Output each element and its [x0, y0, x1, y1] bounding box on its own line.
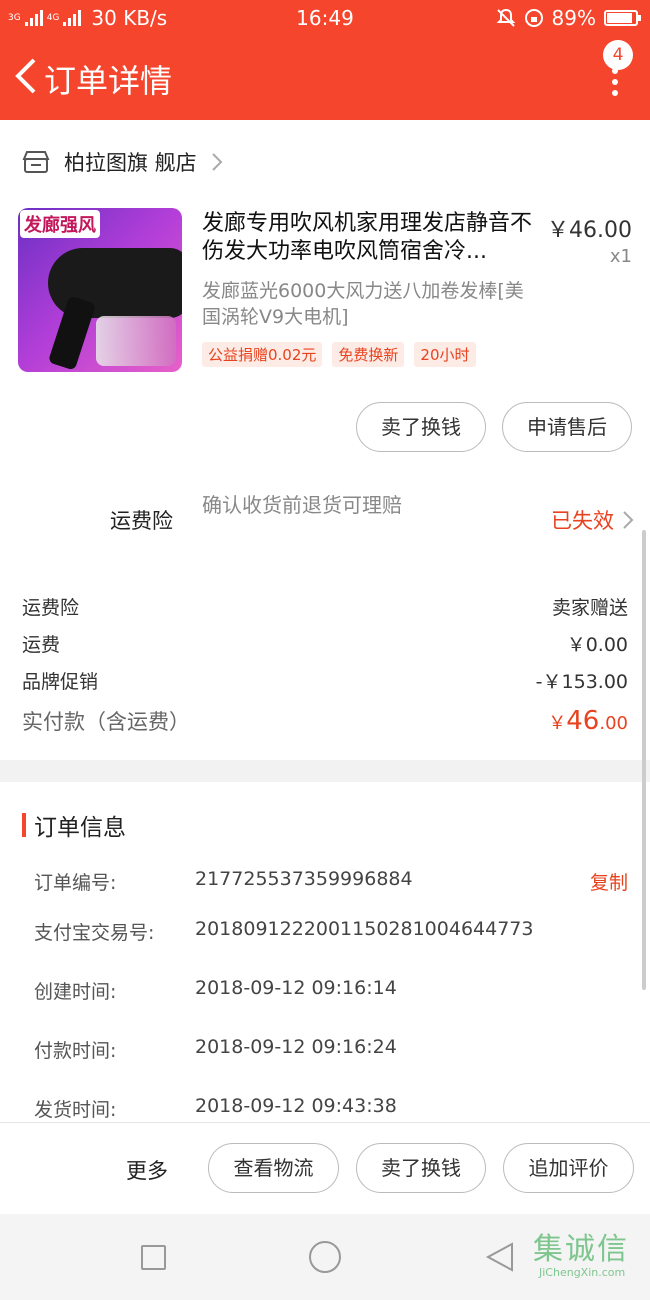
battery-icon: [604, 10, 641, 26]
battery-fill: [607, 13, 632, 23]
sell-button[interactable]: 卖了换钱: [356, 402, 486, 452]
total-label: 实付款（含运费）: [22, 710, 190, 734]
order-info-title: 订单信息: [22, 808, 126, 842]
insurance-label: 运费险: [110, 509, 173, 533]
product-price: ￥46.00: [547, 218, 632, 243]
info-value: 2018-09-12 09:16:24: [195, 1036, 397, 1058]
watermark-en: JiChengXin.com: [539, 1266, 626, 1279]
tag-hours: 20小时: [414, 342, 476, 367]
status-bar: 3G 4G 30 KB/s 16:49 89%: [0, 0, 650, 36]
view-logistics-button[interactable]: 查看物流: [208, 1143, 339, 1193]
page-title: 订单详情: [44, 62, 173, 100]
chevron-right-icon: [623, 511, 634, 529]
thumbnail-banner: 发廊强风: [20, 210, 100, 238]
total-integer: 46: [566, 706, 600, 736]
scrollbar[interactable]: [642, 530, 646, 990]
info-value: 217725537359996884: [195, 868, 413, 890]
insurance-status[interactable]: 已失效: [551, 505, 634, 535]
product-thumbnail[interactable]: 发廊强风: [18, 208, 182, 372]
total-currency: ￥: [548, 713, 567, 734]
order-info-card: 订单信息 订单编号: 217725537359996884 复制 支付宝交易号:…: [0, 782, 650, 1122]
shop-header[interactable]: 柏拉图旗 舰店: [22, 147, 223, 177]
insurance-status-text: 已失效: [551, 509, 614, 533]
mute-bell-icon: [496, 8, 515, 27]
bottom-action-bar: 更多 查看物流 卖了换钱 追加评价: [0, 1122, 650, 1214]
shop-icon: [22, 151, 50, 173]
chevron-right-icon: [211, 153, 223, 171]
order-item-card: 柏拉图旗 舰店 发廊强风 发廊专用吹风机家用理发店静音不伤发大功率电吹风筒宿舍冷…: [0, 120, 650, 760]
summary-key: 运费: [22, 634, 61, 656]
summary-row: 运费 ￥0.00: [22, 630, 628, 657]
back-arrow-icon[interactable]: [10, 56, 44, 96]
after-sale-button[interactable]: 申请售后: [502, 402, 632, 452]
nav-bar: 订单详情 4: [0, 36, 650, 120]
add-review-button[interactable]: 追加评价: [503, 1143, 634, 1193]
total-amount: ￥46.00: [548, 706, 628, 736]
watermark-cn: 集诚信: [533, 1232, 629, 1267]
info-key: 创建时间:: [34, 981, 117, 1003]
summary-value: 卖家赠送: [551, 597, 628, 619]
summary-key: 品牌促销: [22, 671, 99, 693]
product-title[interactable]: 发廊专用吹风机家用理发店静音不伤发大功率电吹风筒宿舍冷...: [202, 210, 532, 266]
product-tags: 公益捐赠0.02元 免费换新 20小时: [202, 342, 476, 367]
product-quantity: x1: [609, 246, 632, 267]
total-decimal: .00: [599, 713, 628, 734]
summary-value: ￥0.00: [566, 634, 628, 656]
sell-button[interactable]: 卖了换钱: [356, 1143, 486, 1193]
info-value: 2018-09-12 09:16:14: [195, 977, 397, 999]
tag-free-replace: 免费换新: [332, 342, 405, 367]
summary-row: 品牌促销 -￥153.00: [22, 667, 628, 694]
watermark-logo: 集诚信 JiChengXin.com: [533, 1224, 647, 1296]
insurance-desc: 确认收货前退货可理赔: [202, 493, 402, 517]
summary-row: 运费险 卖家赠送: [22, 593, 628, 620]
copy-button[interactable]: 复制: [590, 868, 628, 895]
hair-dryer-handle: [47, 295, 97, 371]
system-nav-bar: 集诚信 JiChengXin.com: [0, 1214, 650, 1300]
summary-key: 运费险: [22, 597, 80, 619]
info-key: 支付宝交易号:: [34, 922, 155, 944]
info-key: 付款时间:: [34, 1040, 117, 1062]
notification-badge: 4: [603, 40, 633, 70]
info-value: 2018091222001150281004644773: [195, 918, 534, 940]
home-icon[interactable]: [309, 1241, 341, 1273]
back-triangle-icon[interactable]: [484, 1241, 516, 1273]
battery-percent: 89%: [551, 6, 596, 30]
summary-value: -￥153.00: [535, 671, 628, 693]
total-row: 实付款（含运费） ￥46.00: [22, 706, 628, 736]
recents-icon[interactable]: [141, 1245, 166, 1270]
accessories-image: [96, 316, 176, 366]
tag-charity: 公益捐赠0.02元: [202, 342, 323, 367]
info-value: 2018-09-12 09:43:38: [195, 1095, 397, 1117]
more-menu-icon[interactable]: [610, 68, 620, 98]
more-button[interactable]: 更多: [126, 1155, 168, 1185]
rotation-lock-icon: [524, 9, 543, 27]
status-icons: 89%: [496, 6, 641, 30]
product-sku: 发廊蓝光6000大风力送八加卷发棒[美国涡轮V9大电机]: [202, 280, 524, 328]
info-key: 发货时间:: [34, 1099, 117, 1121]
info-key: 订单编号:: [34, 872, 117, 894]
shop-name: 柏拉图旗 舰店: [64, 151, 197, 175]
